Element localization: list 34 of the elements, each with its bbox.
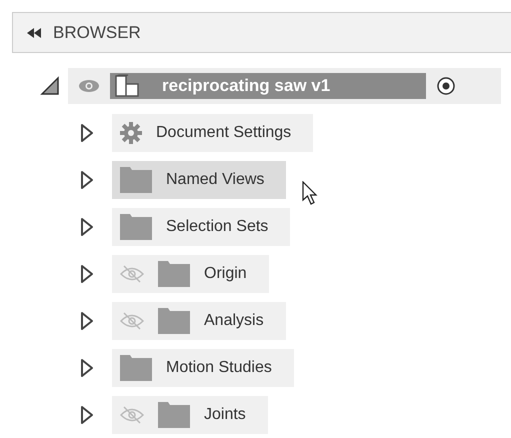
tree-item[interactable]: Analysis xyxy=(112,302,286,340)
folder-icon xyxy=(120,214,152,240)
expand-triangle-icon[interactable] xyxy=(80,405,94,425)
tree-item[interactable]: Joints xyxy=(112,396,268,434)
active-radio-icon[interactable] xyxy=(436,76,456,96)
expand-triangle-icon[interactable] xyxy=(80,217,94,237)
expand-triangle-icon[interactable] xyxy=(80,311,94,331)
folder-icon xyxy=(120,167,152,193)
expand-triangle-icon[interactable] xyxy=(80,170,94,190)
tree-item[interactable]: Document Settings xyxy=(112,114,314,152)
item-label: Named Views xyxy=(166,170,264,190)
expand-triangle-icon[interactable] xyxy=(40,76,60,96)
item-label: Selection Sets xyxy=(166,217,268,237)
panel-title: BROWSER xyxy=(53,22,141,44)
tree-item[interactable]: Named Views xyxy=(112,161,286,199)
item-label: Joints xyxy=(204,405,246,425)
folder-icon xyxy=(158,308,190,334)
item-label: Document Settings xyxy=(156,123,292,143)
gear-icon xyxy=(120,122,142,144)
item-label: Origin xyxy=(204,264,247,284)
folder-icon xyxy=(158,261,190,287)
collapse-icon[interactable] xyxy=(27,28,41,38)
expand-triangle-icon[interactable] xyxy=(80,264,94,284)
tree-item[interactable]: Origin xyxy=(112,255,269,293)
expand-triangle-icon[interactable] xyxy=(80,123,94,143)
folder-icon xyxy=(158,402,190,428)
item-label: Analysis xyxy=(204,311,264,331)
folder-icon xyxy=(120,355,152,381)
component-icon xyxy=(114,74,140,98)
mouse-cursor-icon xyxy=(302,181,318,205)
tree-item[interactable]: Motion Studies xyxy=(112,349,294,387)
tree-item[interactable]: Selection Sets xyxy=(112,208,290,246)
expand-triangle-icon[interactable] xyxy=(80,358,94,378)
item-label: Motion Studies xyxy=(166,358,272,378)
